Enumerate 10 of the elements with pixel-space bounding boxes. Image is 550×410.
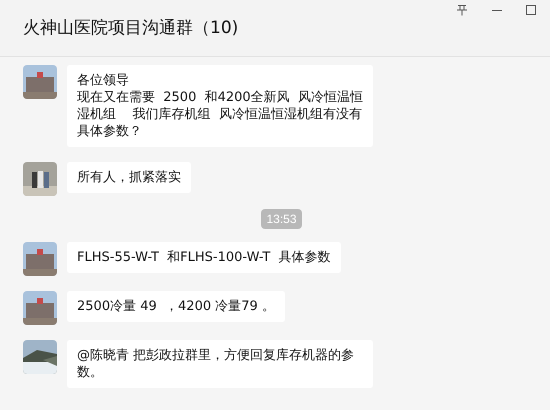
pin-icon[interactable] [456,4,468,16]
message-bubble: 所有人，抓紧落实 [67,162,191,193]
message-bubble: 2500冷量 49 ，4200 冷量79 。 [67,291,285,322]
message-text: 现在又在需要 2500 和4200全新风 风冷恒温恒湿机组 我们库存机组 风冷恒温恒湿机组有没有具体参数？ [77,89,363,140]
maximize-icon[interactable] [526,5,536,15]
message-bubble: @陈晓青 把彭政拉群里，方便回复库存机器的参数。 [67,340,373,388]
message-text: 各位领导 [77,72,130,89]
timestamp: 13:53 [261,209,302,229]
window-title: 火神山医院项目沟通群（10) [23,17,238,40]
message-bubble: FLHS-55-W-T 和FLHS-100-W-T 具体参数 [67,242,341,273]
